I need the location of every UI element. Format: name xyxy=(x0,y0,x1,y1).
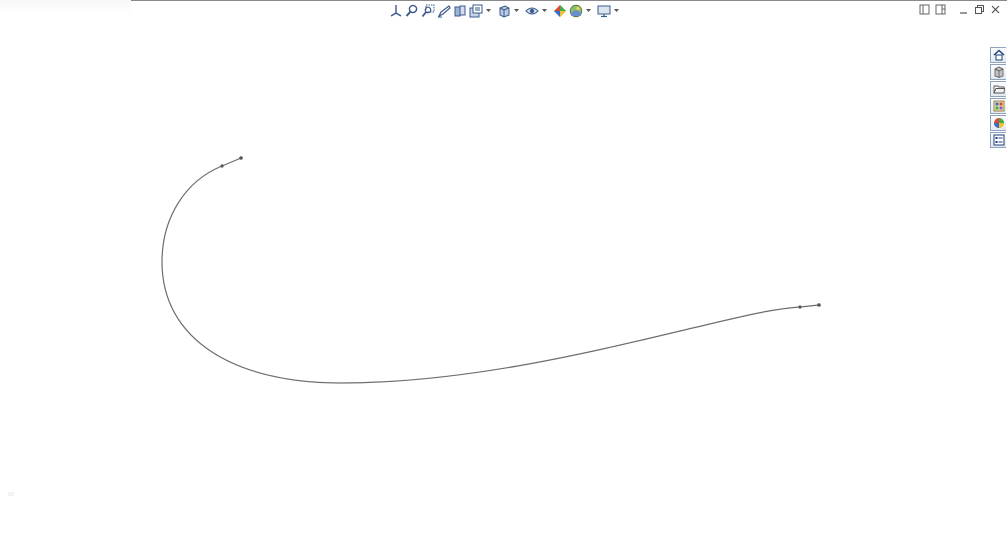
view-orientation-button[interactable] xyxy=(388,3,404,19)
restore-button[interactable] xyxy=(973,3,986,16)
dynamic-annotation-views-icon xyxy=(469,4,483,17)
chevron-down-icon xyxy=(613,8,619,12)
heads-up-view-toolbar xyxy=(388,2,620,19)
close-icon xyxy=(991,5,1000,14)
task-pane-tab-strip xyxy=(990,47,1007,148)
tile-vertical-button[interactable] xyxy=(934,3,947,16)
tile-horizontal-icon xyxy=(919,4,930,15)
edit-appearance-button[interactable] xyxy=(552,3,568,19)
view-orientation-icon xyxy=(390,4,402,17)
task-pane-tab-file-explorer[interactable] xyxy=(990,81,1006,97)
appearances-scenes-icon xyxy=(993,118,1004,128)
sketch-canvas[interactable] xyxy=(0,0,1007,541)
minimize-icon xyxy=(960,12,967,14)
spline-endpoint-start[interactable] xyxy=(239,156,243,160)
minimize-button[interactable] xyxy=(957,3,970,16)
apply-scene-button[interactable] xyxy=(568,3,584,19)
view-palette-icon xyxy=(993,100,1004,112)
view-orientation-cube-button[interactable] xyxy=(496,3,512,19)
zoom-to-area-button[interactable] xyxy=(420,3,436,19)
spline-curve[interactable] xyxy=(161,157,820,384)
task-pane-tab-home[interactable] xyxy=(990,47,1006,63)
task-pane-tab-custom-properties[interactable] xyxy=(990,132,1006,148)
triad-remnant xyxy=(8,492,14,496)
section-view-icon xyxy=(454,5,466,16)
spline-handle-end[interactable] xyxy=(798,305,802,309)
task-pane-tab-view-palette[interactable] xyxy=(990,98,1006,114)
dynamic-annotation-views-dropdown[interactable] xyxy=(484,3,492,19)
document-window-controls xyxy=(918,3,1002,16)
spline-handle-start[interactable] xyxy=(220,164,224,168)
apply-scene-icon xyxy=(569,4,583,17)
chevron-down-icon xyxy=(585,8,591,12)
zoom-to-fit-icon xyxy=(405,4,418,17)
view-settings-icon xyxy=(597,5,611,17)
home-icon xyxy=(993,49,1004,61)
design-library-icon xyxy=(994,66,1003,78)
section-view-button[interactable] xyxy=(452,3,468,19)
custom-properties-icon xyxy=(993,134,1004,146)
display-style-dropdown[interactable] xyxy=(512,3,520,19)
hide-show-items-button[interactable] xyxy=(524,3,540,19)
zoom-to-fit-button[interactable] xyxy=(404,3,420,19)
apply-scene-dropdown[interactable] xyxy=(584,3,592,19)
hide-show-items-icon xyxy=(525,7,539,14)
previous-view-icon xyxy=(437,4,451,17)
restore-icon xyxy=(975,5,984,14)
edit-appearance-icon xyxy=(554,4,566,17)
view-orientation-cube-icon xyxy=(499,4,510,18)
close-button[interactable] xyxy=(989,3,1002,16)
graphics-area[interactable] xyxy=(0,0,1007,541)
chevron-down-icon xyxy=(513,8,519,12)
hide-show-items-dropdown[interactable] xyxy=(540,3,548,19)
view-settings-dropdown[interactable] xyxy=(612,3,620,19)
chevron-down-icon xyxy=(485,8,491,12)
view-settings-button[interactable] xyxy=(596,3,612,19)
file-explorer-icon xyxy=(992,85,1005,94)
previous-view-button[interactable] xyxy=(436,3,452,19)
task-pane-tab-appearances[interactable] xyxy=(990,115,1006,131)
dynamic-annotation-views-button[interactable] xyxy=(468,3,484,19)
chevron-down-icon xyxy=(541,8,547,12)
task-pane-tab-design-library[interactable] xyxy=(990,64,1006,80)
tile-horizontal-button[interactable] xyxy=(918,3,931,16)
tile-vertical-icon xyxy=(935,4,946,15)
spline-endpoint-end[interactable] xyxy=(817,303,821,307)
zoom-to-area-icon xyxy=(421,4,435,17)
